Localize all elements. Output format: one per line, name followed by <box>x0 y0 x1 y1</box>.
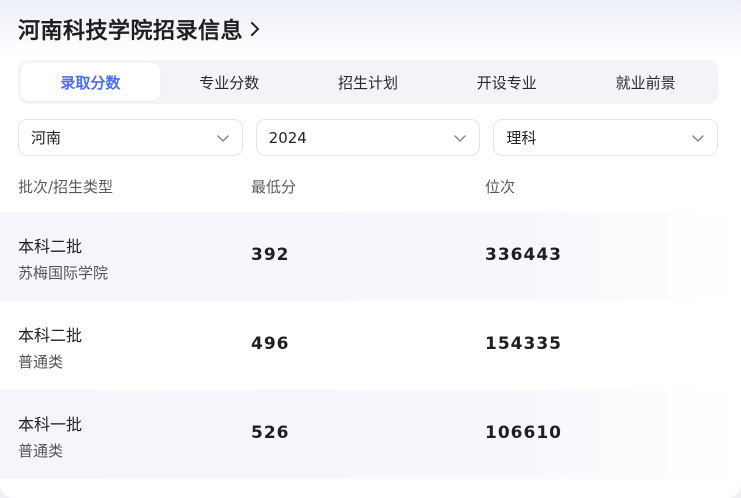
row-min-score: 526 <box>251 423 290 443</box>
tab-major-scores[interactable]: 专业分数 <box>160 63 299 101</box>
column-header-batch: 批次/招生类型 <box>18 178 114 196</box>
province-select-value: 河南 <box>31 129 62 147</box>
row-type: 苏梅国际学院 <box>18 264 109 282</box>
chevron-down-icon <box>453 133 467 143</box>
tab-admission-scores[interactable]: 录取分数 <box>21 63 160 101</box>
subject-select-value: 理科 <box>506 129 537 147</box>
tab-bar: 录取分数 专业分数 招生计划 开设专业 就业前景 <box>18 60 718 104</box>
page-title: 河南科技学院招录信息 <box>18 19 244 44</box>
row-type: 普通类 <box>18 353 64 371</box>
chevron-down-icon <box>216 133 230 143</box>
row-rank: 154335 <box>485 334 562 354</box>
filter-bar: 河南 2024 理科 <box>18 119 719 156</box>
table-header: 批次/招生类型 最低分 位次 <box>18 176 718 200</box>
row-batch: 本科一批 <box>18 415 83 434</box>
tab-enrollment-plan[interactable]: 招生计划 <box>299 63 438 101</box>
admission-info-card: 河南科技学院招录信息 录取分数 专业分数 招生计划 开设专业 就业前景 河南 2… <box>0 0 741 498</box>
row-min-score: 496 <box>251 334 290 354</box>
year-select-value: 2024 <box>268 128 307 147</box>
table-body: 本科二批 苏梅国际学院 392 336443 本科二批 普通类 496 1543… <box>0 212 741 479</box>
province-select[interactable]: 河南 <box>18 119 243 156</box>
row-rank: 106610 <box>485 423 562 443</box>
column-header-rank: 位次 <box>485 178 516 196</box>
chevron-down-icon <box>691 133 705 143</box>
row-batch: 本科二批 <box>18 326 83 345</box>
row-type: 普通类 <box>18 442 64 460</box>
row-rank: 336443 <box>485 245 562 265</box>
card-header[interactable]: 河南科技学院招录信息 <box>18 12 261 46</box>
tab-majors-offered[interactable]: 开设专业 <box>437 63 576 101</box>
table-row: 本科一批 普通类 526 106610 <box>0 390 741 479</box>
tab-employment-outlook[interactable]: 就业前景 <box>576 63 715 101</box>
table-row: 本科二批 普通类 496 154335 <box>0 301 741 390</box>
year-select[interactable]: 2024 <box>255 119 481 156</box>
row-min-score: 392 <box>251 245 290 265</box>
column-header-min-score: 最低分 <box>251 178 297 196</box>
row-batch: 本科二批 <box>18 237 83 256</box>
chevron-right-icon <box>249 20 261 38</box>
subject-select[interactable]: 理科 <box>493 119 719 156</box>
table-row: 本科二批 苏梅国际学院 392 336443 <box>0 212 741 301</box>
